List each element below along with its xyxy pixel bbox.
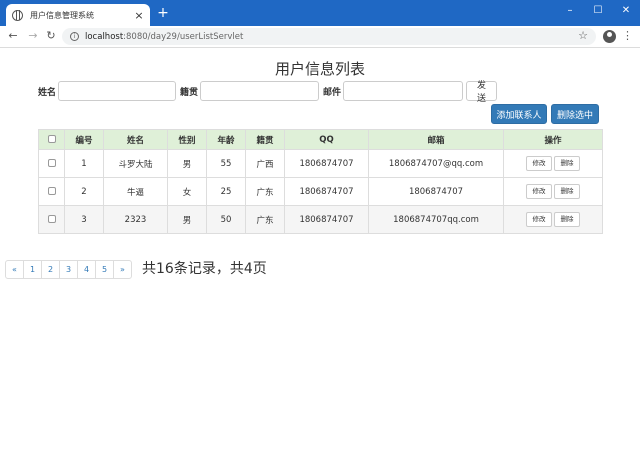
cell-email: 1806874707qq.com <box>368 205 504 234</box>
minimize-button[interactable]: – <box>556 2 584 20</box>
browser-toolbar: ← → ↻ i localhost:8080/day29/userListSer… <box>0 26 640 48</box>
row-select-cell <box>38 177 65 206</box>
reload-icon[interactable]: ↻ <box>44 29 58 43</box>
header-id: 编号 <box>64 129 104 150</box>
header-name: 姓名 <box>103 129 168 150</box>
edit-button[interactable]: 修改 <box>526 184 552 199</box>
cell-age: 50 <box>206 205 246 234</box>
table-row: 1 斗罗大陆 男 55 广西 1806874707 1806874707@qq.… <box>38 149 603 178</box>
row-select-cell <box>38 205 65 234</box>
cell-actions: 修改 删除 <box>503 177 603 206</box>
cell-origin: 广东 <box>245 177 285 206</box>
close-window-button[interactable]: ✕ <box>612 2 640 20</box>
row-checkbox[interactable] <box>47 187 56 195</box>
pagination-page-4[interactable]: 4 <box>77 260 96 279</box>
header-qq: QQ <box>284 129 369 150</box>
table-header-row: 编号 姓名 性别 年龄 籍贯 QQ 邮箱 操作 <box>38 129 603 150</box>
table-row: 3 2323 男 50 广东 1806874707 1806874707qq.c… <box>38 205 603 234</box>
record-summary: 共16条记录，共4页 <box>142 261 267 277</box>
cell-id: 2 <box>64 177 104 206</box>
cell-qq: 1806874707 <box>284 149 369 178</box>
cell-email: 1806874707 <box>368 177 504 206</box>
address-bar[interactable]: i localhost:8080/day29/userListServlet ☆ <box>62 28 596 45</box>
edit-button[interactable]: 修改 <box>526 156 552 171</box>
pagination-page-3[interactable]: 3 <box>59 260 78 279</box>
cell-email: 1806874707@qq.com <box>368 149 504 178</box>
url-text: localhost:8080/day29/userListServlet <box>85 32 243 42</box>
delete-button[interactable]: 删除 <box>554 184 580 199</box>
pagination-prev[interactable]: « <box>5 260 24 279</box>
name-input[interactable] <box>58 81 177 101</box>
delete-button[interactable]: 删除 <box>554 156 580 171</box>
url-path: :8080/day29/userListServlet <box>123 31 244 42</box>
cell-qq: 1806874707 <box>284 205 369 234</box>
select-all-header <box>38 129 65 150</box>
page-title: 用户信息列表 <box>274 60 365 78</box>
pagination: « 1 2 3 4 5 » <box>5 260 132 279</box>
cell-qq: 1806874707 <box>284 177 369 206</box>
header-email: 邮箱 <box>368 129 504 150</box>
pagination-next[interactable]: » <box>113 260 132 279</box>
cell-age: 25 <box>206 177 246 206</box>
origin-label: 籍贯 <box>180 87 199 98</box>
new-tab-button[interactable]: + <box>156 6 170 20</box>
cell-name: 2323 <box>103 205 168 234</box>
globe-icon <box>12 9 23 21</box>
cell-actions: 修改 删除 <box>503 149 603 178</box>
search-submit-button[interactable]: 发送 <box>466 80 498 103</box>
search-form: 姓名 籍贯 邮件 发送 <box>38 80 498 103</box>
cell-gender: 男 <box>167 149 207 178</box>
url-host: localhost <box>85 31 124 42</box>
browser-tab[interactable]: 用户信息管理系统 × <box>6 4 150 26</box>
menu-kebab-icon[interactable]: ⋮ <box>622 29 633 43</box>
cell-gender: 男 <box>167 205 207 234</box>
browser-titlebar: 用户信息管理系统 × + – ☐ ✕ <box>0 0 640 26</box>
pagination-page-1[interactable]: 1 <box>23 260 42 279</box>
row-checkbox[interactable] <box>47 215 56 223</box>
cell-gender: 女 <box>167 177 207 206</box>
header-actions: 操作 <box>503 129 603 150</box>
origin-input[interactable] <box>200 81 320 101</box>
table-row: 2 牛逼 女 25 广东 1806874707 1806874707 修改 删除 <box>38 177 603 206</box>
pagination-page-2[interactable]: 2 <box>41 260 60 279</box>
cell-name: 牛逼 <box>103 177 168 206</box>
header-age: 年龄 <box>206 129 246 150</box>
bookmark-star-icon[interactable]: ☆ <box>578 29 588 42</box>
maximize-button[interactable]: ☐ <box>584 2 612 20</box>
cell-id: 3 <box>64 205 104 234</box>
email-label: 邮件 <box>323 87 342 98</box>
delete-selected-button[interactable]: 删除选中 <box>551 104 599 124</box>
edit-button[interactable]: 修改 <box>526 212 552 227</box>
row-select-cell <box>38 149 65 178</box>
cell-actions: 修改 删除 <box>503 205 603 234</box>
forward-icon[interactable]: → <box>26 29 40 43</box>
email-input[interactable] <box>343 81 464 101</box>
tab-close-icon[interactable]: × <box>134 9 144 22</box>
delete-button[interactable]: 删除 <box>554 212 580 227</box>
add-contact-button[interactable]: 添加联系人 <box>491 104 547 124</box>
name-label: 姓名 <box>38 87 57 98</box>
header-gender: 性别 <box>167 129 207 150</box>
row-checkbox[interactable] <box>47 159 56 167</box>
cell-name: 斗罗大陆 <box>103 149 168 178</box>
cell-age: 55 <box>206 149 246 178</box>
cell-origin: 广东 <box>245 205 285 234</box>
tab-title: 用户信息管理系统 <box>30 10 94 20</box>
profile-avatar-icon[interactable] <box>603 30 616 43</box>
info-icon[interactable]: i <box>70 32 79 41</box>
cell-origin: 广西 <box>245 149 285 178</box>
back-icon[interactable]: ← <box>6 29 20 43</box>
cell-id: 1 <box>64 149 104 178</box>
user-table: 编号 姓名 性别 年龄 籍贯 QQ 邮箱 操作 1 斗罗大陆 男 55 广西 1… <box>38 129 603 234</box>
select-all-checkbox[interactable] <box>47 135 56 143</box>
pagination-page-5[interactable]: 5 <box>95 260 114 279</box>
header-origin: 籍贯 <box>245 129 285 150</box>
